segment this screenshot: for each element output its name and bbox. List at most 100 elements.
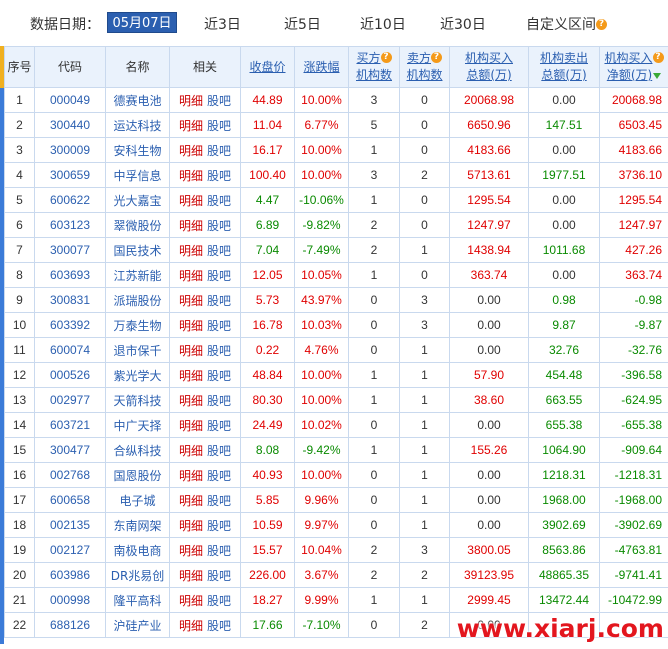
cell-stock-code-link[interactable]: 002768 (34, 462, 106, 488)
cell-stock-name-link[interactable]: 隆平高科 (105, 587, 170, 613)
forum-link[interactable]: 股吧 (207, 594, 231, 608)
cell-stock-name-link[interactable]: 中孚信息 (105, 162, 170, 188)
selected-date-button[interactable]: 05月07日 (107, 12, 177, 33)
cell-stock-name-link[interactable]: 万泰生物 (105, 312, 170, 338)
cell-stock-name-link[interactable]: 退市保千 (105, 337, 170, 363)
forum-link[interactable]: 股吧 (207, 319, 231, 333)
cell-stock-code-link[interactable]: 600074 (34, 337, 106, 363)
cell-stock-code-link[interactable]: 300009 (34, 137, 106, 163)
detail-link[interactable]: 明细 (179, 219, 203, 233)
forum-link[interactable]: 股吧 (207, 394, 231, 408)
cell-stock-name-link[interactable]: 电子城 (105, 487, 170, 513)
detail-link[interactable]: 明细 (179, 369, 203, 383)
detail-link[interactable]: 明细 (179, 169, 203, 183)
forum-link[interactable]: 股吧 (207, 119, 231, 133)
cell-stock-code-link[interactable]: 603392 (34, 312, 106, 338)
cell-stock-name-link[interactable]: 合纵科技 (105, 437, 170, 463)
detail-link[interactable]: 明细 (179, 119, 203, 133)
detail-link[interactable]: 明细 (179, 569, 203, 583)
cell-stock-name-link[interactable]: 国民技术 (105, 237, 170, 263)
net-help-icon[interactable]: ? (652, 52, 664, 63)
header-change-pct-sort[interactable]: 涨跌幅 (294, 46, 349, 88)
detail-link[interactable]: 明细 (179, 394, 203, 408)
cell-stock-code-link[interactable]: 603693 (34, 262, 106, 288)
cell-stock-name-link[interactable]: 紫光学大 (105, 362, 170, 388)
range-5-days-link[interactable]: 近5日 (284, 14, 321, 34)
detail-link[interactable]: 明细 (179, 544, 203, 558)
cell-stock-code-link[interactable]: 300659 (34, 162, 106, 188)
detail-link[interactable]: 明细 (179, 519, 203, 533)
cell-stock-code-link[interactable]: 600658 (34, 487, 106, 513)
forum-link[interactable]: 股吧 (207, 244, 231, 258)
detail-link[interactable]: 明细 (179, 144, 203, 158)
forum-link[interactable]: 股吧 (207, 569, 231, 583)
cell-stock-name-link[interactable]: 德赛电池 (105, 87, 170, 113)
cell-stock-code-link[interactable]: 002135 (34, 512, 106, 538)
cell-stock-name-link[interactable]: DR兆易创 (105, 562, 170, 588)
cell-stock-code-link[interactable]: 002127 (34, 537, 106, 563)
cell-stock-name-link[interactable]: 翠微股份 (105, 212, 170, 238)
cell-stock-code-link[interactable]: 300440 (34, 112, 106, 138)
forum-link[interactable]: 股吧 (207, 194, 231, 208)
detail-link[interactable]: 明细 (179, 319, 203, 333)
forum-link[interactable]: 股吧 (207, 344, 231, 358)
cell-stock-name-link[interactable]: 东南网架 (105, 512, 170, 538)
forum-link[interactable]: 股吧 (207, 469, 231, 483)
forum-link[interactable]: 股吧 (207, 619, 231, 633)
header-buyer-count-sort[interactable]: 买方? 机构数 (348, 46, 400, 88)
cell-stock-code-link[interactable]: 000998 (34, 587, 106, 613)
cell-stock-code-link[interactable]: 688126 (34, 612, 106, 638)
buyer-help-icon[interactable]: ? (380, 52, 392, 63)
cell-stock-name-link[interactable]: 南极电商 (105, 537, 170, 563)
cell-stock-name-link[interactable]: 江苏新能 (105, 262, 170, 288)
header-buy-amount-sort[interactable]: 机构买入 总额(万) (449, 46, 529, 88)
cell-stock-name-link[interactable]: 国恩股份 (105, 462, 170, 488)
cell-stock-code-link[interactable]: 300077 (34, 237, 106, 263)
detail-link[interactable]: 明细 (179, 269, 203, 283)
detail-link[interactable]: 明细 (179, 244, 203, 258)
detail-link[interactable]: 明细 (179, 194, 203, 208)
custom-range-link[interactable]: 自定义区间? (526, 14, 607, 34)
detail-link[interactable]: 明细 (179, 494, 203, 508)
forum-link[interactable]: 股吧 (207, 144, 231, 158)
detail-link[interactable]: 明细 (179, 594, 203, 608)
cell-stock-name-link[interactable]: 运达科技 (105, 112, 170, 138)
help-icon[interactable]: ? (596, 19, 607, 30)
cell-stock-name-link[interactable]: 天箭科技 (105, 387, 170, 413)
cell-stock-name-link[interactable]: 派瑞股份 (105, 287, 170, 313)
detail-link[interactable]: 明细 (179, 94, 203, 108)
forum-link[interactable]: 股吧 (207, 444, 231, 458)
header-net-amount-sort[interactable]: 机构买入? 净额(万) (599, 46, 668, 88)
cell-stock-code-link[interactable]: 300831 (34, 287, 106, 313)
detail-link[interactable]: 明细 (179, 419, 203, 433)
detail-link[interactable]: 明细 (179, 344, 203, 358)
seller-help-icon[interactable]: ? (431, 52, 442, 63)
cell-stock-name-link[interactable]: 安科生物 (105, 137, 170, 163)
cell-stock-code-link[interactable]: 603986 (34, 562, 106, 588)
forum-link[interactable]: 股吧 (207, 544, 231, 558)
forum-link[interactable]: 股吧 (207, 269, 231, 283)
cell-stock-name-link[interactable]: 沪硅产业 (105, 612, 170, 638)
cell-stock-code-link[interactable]: 300477 (34, 437, 106, 463)
forum-link[interactable]: 股吧 (207, 219, 231, 233)
range-3-days-link[interactable]: 近3日 (204, 14, 241, 34)
detail-link[interactable]: 明细 (179, 619, 203, 633)
forum-link[interactable]: 股吧 (207, 369, 231, 383)
header-close-price-sort[interactable]: 收盘价 (240, 46, 295, 88)
range-10-days-link[interactable]: 近10日 (360, 14, 406, 34)
cell-stock-code-link[interactable]: 603123 (34, 212, 106, 238)
cell-stock-code-link[interactable]: 002977 (34, 387, 106, 413)
forum-link[interactable]: 股吧 (207, 494, 231, 508)
cell-stock-code-link[interactable]: 600622 (34, 187, 106, 213)
cell-stock-name-link[interactable]: 中广天择 (105, 412, 170, 438)
detail-link[interactable]: 明细 (179, 469, 203, 483)
forum-link[interactable]: 股吧 (207, 294, 231, 308)
forum-link[interactable]: 股吧 (207, 169, 231, 183)
range-30-days-link[interactable]: 近30日 (440, 14, 486, 34)
header-sell-amount-sort[interactable]: 机构卖出 总额(万) (528, 46, 600, 88)
cell-stock-name-link[interactable]: 光大嘉宝 (105, 187, 170, 213)
cell-stock-code-link[interactable]: 000049 (34, 87, 106, 113)
header-seller-count-sort[interactable]: 卖方? 机构数 (399, 46, 450, 88)
detail-link[interactable]: 明细 (179, 294, 203, 308)
forum-link[interactable]: 股吧 (207, 94, 231, 108)
